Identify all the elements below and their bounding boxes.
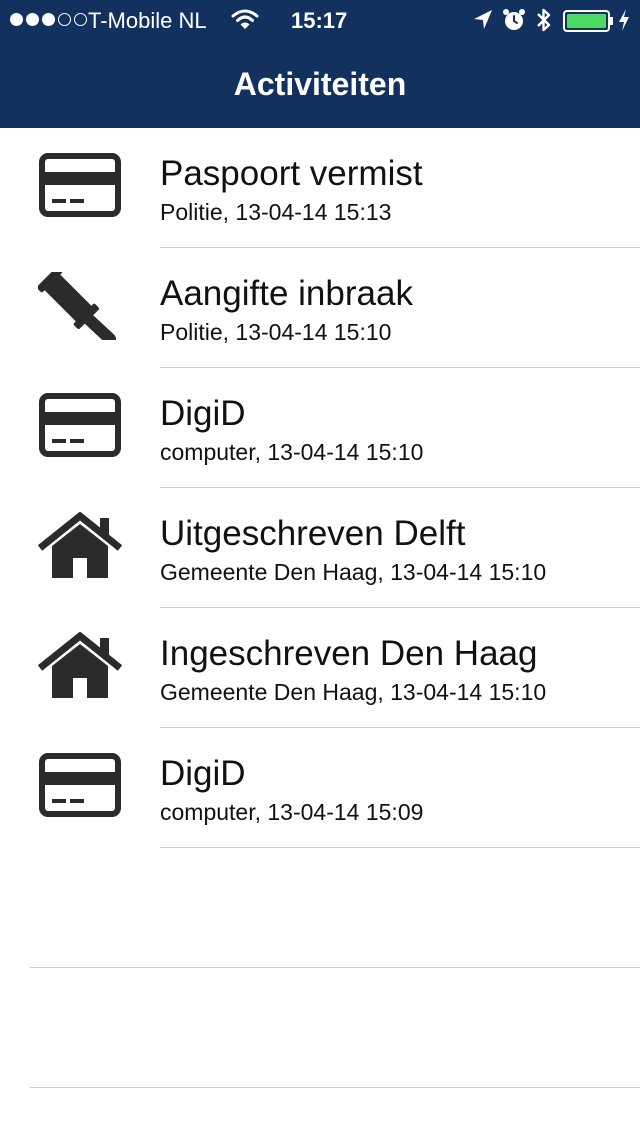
empty-row-divider <box>30 1087 640 1088</box>
navigation-header: T-Mobile NL 15:17 Activiteiten <box>0 0 640 128</box>
list-item[interactable]: Paspoort vermist Politie, 13-04-14 15:13 <box>0 128 640 248</box>
activity-title: Uitgeschreven Delft <box>160 514 466 553</box>
activity-subtitle: Gemeente Den Haag, 13-04-14 15:10 <box>160 679 547 705</box>
clock: 15:17 <box>291 8 348 33</box>
list-item[interactable]: DigiD computer, 13-04-14 15:10 <box>0 368 640 488</box>
activity-subtitle: computer, 13-04-14 15:10 <box>160 439 424 465</box>
signal-dot <box>58 13 71 26</box>
activity-title: DigiD <box>160 754 246 793</box>
activity-list: Paspoort vermist Politie, 13-04-14 15:13… <box>0 128 640 848</box>
house-icon <box>37 631 123 700</box>
list-item[interactable]: DigiD computer, 13-04-14 15:09 <box>0 728 640 848</box>
alarm-clock-icon <box>502 7 526 39</box>
activity-title: Ingeschreven Den Haag <box>160 634 538 673</box>
signal-dot <box>42 13 55 26</box>
bluetooth-icon <box>535 6 553 40</box>
activity-title: Aangifte inbraak <box>160 274 413 313</box>
house-icon <box>37 511 123 580</box>
row-divider <box>160 847 640 848</box>
charging-bolt-icon <box>617 8 631 38</box>
location-arrow-icon <box>472 8 494 38</box>
activity-title: DigiD <box>160 394 246 433</box>
id-card-icon <box>38 392 122 460</box>
list-item[interactable]: Ingeschreven Den Haag Gemeente Den Haag,… <box>0 608 640 728</box>
signal-dot <box>26 13 39 26</box>
status-bar: T-Mobile NL 15:17 <box>0 0 640 40</box>
id-card-icon <box>38 752 122 820</box>
id-card-icon <box>38 152 122 220</box>
signal-dot <box>10 13 23 26</box>
signal-strength-icon <box>10 13 87 26</box>
activity-title: Paspoort vermist <box>160 154 423 193</box>
list-item[interactable]: Aangifte inbraak Politie, 13-04-14 15:10 <box>0 248 640 368</box>
wifi-icon <box>231 8 259 38</box>
activity-subtitle: Politie, 13-04-14 15:13 <box>160 199 392 225</box>
signal-dot <box>74 13 87 26</box>
activity-subtitle: Gemeente Den Haag, 13-04-14 15:10 <box>160 559 547 585</box>
page-title: Activiteiten <box>233 66 407 102</box>
empty-row-divider <box>30 967 640 968</box>
list-item[interactable]: Uitgeschreven Delft Gemeente Den Haag, 1… <box>0 488 640 608</box>
activity-subtitle: Politie, 13-04-14 15:10 <box>160 319 392 345</box>
battery-icon <box>563 9 615 39</box>
activity-subtitle: computer, 13-04-14 15:09 <box>160 799 424 825</box>
gavel-icon <box>37 267 122 345</box>
carrier-name: T-Mobile NL <box>88 8 207 33</box>
